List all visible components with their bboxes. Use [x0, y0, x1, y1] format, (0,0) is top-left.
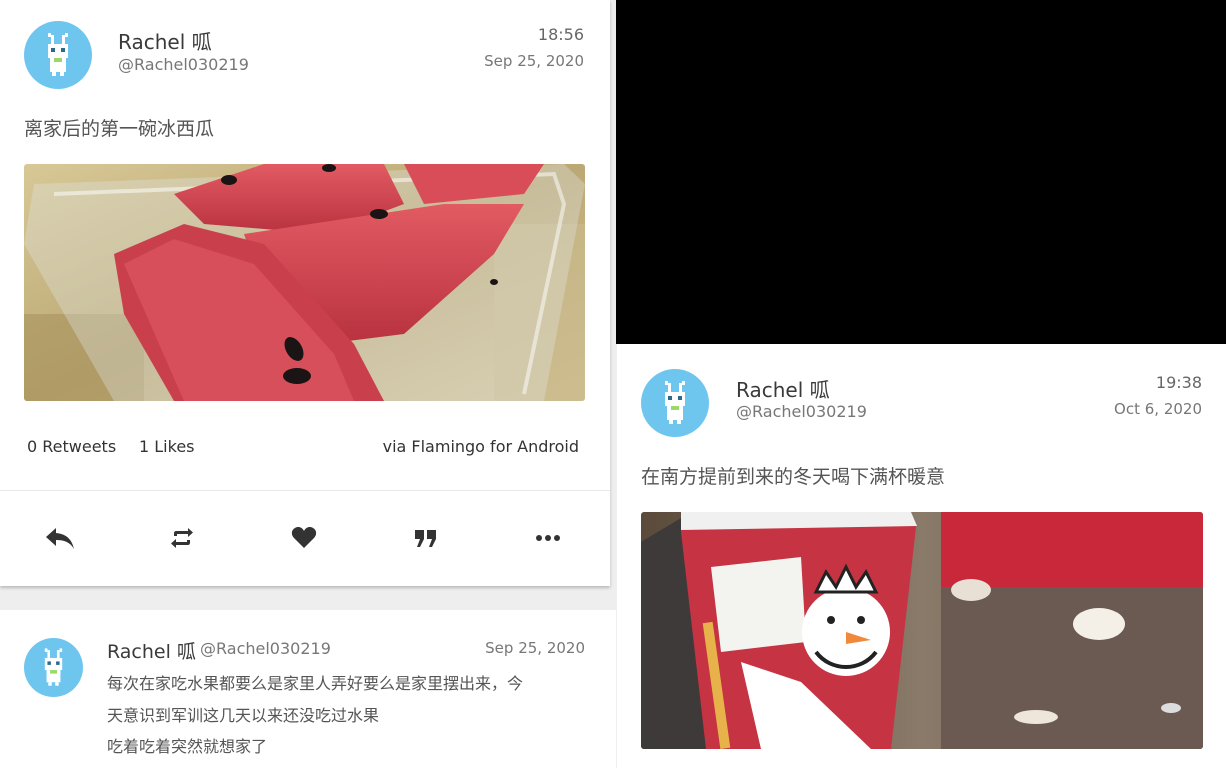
- reply-date: Sep 25, 2020: [485, 639, 585, 657]
- tweet-time: 18:56: [537, 25, 584, 44]
- heart-icon: [291, 527, 317, 548]
- tweet-card[interactable]: Rachel 呱 @Rachel030219 18:56 Sep 25, 202…: [0, 0, 610, 586]
- reply-text-line: 吃着吃着突然就想家了: [107, 737, 268, 756]
- pixel-bunny-avatar-icon: [44, 648, 63, 686]
- avatar[interactable]: [24, 21, 92, 89]
- like-count[interactable]: 1 Likes: [139, 437, 195, 456]
- avatar[interactable]: [641, 369, 709, 437]
- retweet-count[interactable]: 0 Retweets: [27, 437, 116, 456]
- tweet-text: 在南方提前到来的冬天喝下满杯暖意: [641, 466, 946, 488]
- watermelon-image: [24, 164, 585, 401]
- quote-button[interactable]: [406, 518, 446, 558]
- author-handle[interactable]: @Rachel030219: [736, 402, 867, 421]
- tweet-photo-watermelon[interactable]: [24, 164, 585, 401]
- author-name[interactable]: Rachel 呱: [118, 26, 212, 55]
- tweet-date: Sep 25, 2020: [484, 52, 584, 70]
- divider: [0, 490, 610, 491]
- retweet-button[interactable]: [162, 518, 202, 558]
- via-client: via Flamingo for Android: [382, 437, 579, 456]
- tweet-photo-milk-tea[interactable]: [641, 512, 1203, 749]
- reply-icon: [46, 528, 74, 549]
- reply-text-line: 天意识到军训这几天以来还没吃过水果: [107, 706, 380, 725]
- pixel-bunny-avatar-icon: [48, 33, 68, 76]
- author-handle[interactable]: @Rachel030219: [118, 55, 249, 74]
- reply-text-line: 每次在家吃水果都要么是家里人弄好要么是家里摆出来，今: [107, 674, 524, 693]
- reply-button[interactable]: [40, 518, 80, 558]
- tweet-time: 19:38: [1155, 373, 1202, 392]
- reply-author-name[interactable]: Rachel 呱: [107, 637, 196, 664]
- author-name[interactable]: Rachel 呱: [736, 374, 830, 403]
- more-button[interactable]: [528, 518, 568, 558]
- pixel-bunny-avatar-icon: [665, 381, 685, 424]
- timeline-left-panel: Rachel 呱 @Rachel030219 18:56 Sep 25, 202…: [0, 0, 616, 768]
- reply-card[interactable]: Rachel 呱 @Rachel030219 Sep 25, 2020 每次在家…: [0, 610, 616, 768]
- reply-author-handle[interactable]: @Rachel030219: [200, 639, 331, 658]
- tweet-card[interactable]: Rachel 呱 @Rachel030219 19:38 Oct 6, 2020…: [616, 344, 1226, 768]
- blank-black-area: [616, 0, 1226, 344]
- tweet-date: Oct 6, 2020: [1114, 400, 1202, 418]
- tweet-text: 离家后的第一碗冰西瓜: [24, 118, 215, 140]
- avatar[interactable]: [24, 638, 83, 697]
- more-icon: [536, 535, 560, 541]
- retweet-icon: [171, 528, 193, 548]
- like-button[interactable]: [284, 518, 324, 558]
- quote-icon: [415, 530, 436, 547]
- milk-tea-cup-image: [641, 512, 1203, 749]
